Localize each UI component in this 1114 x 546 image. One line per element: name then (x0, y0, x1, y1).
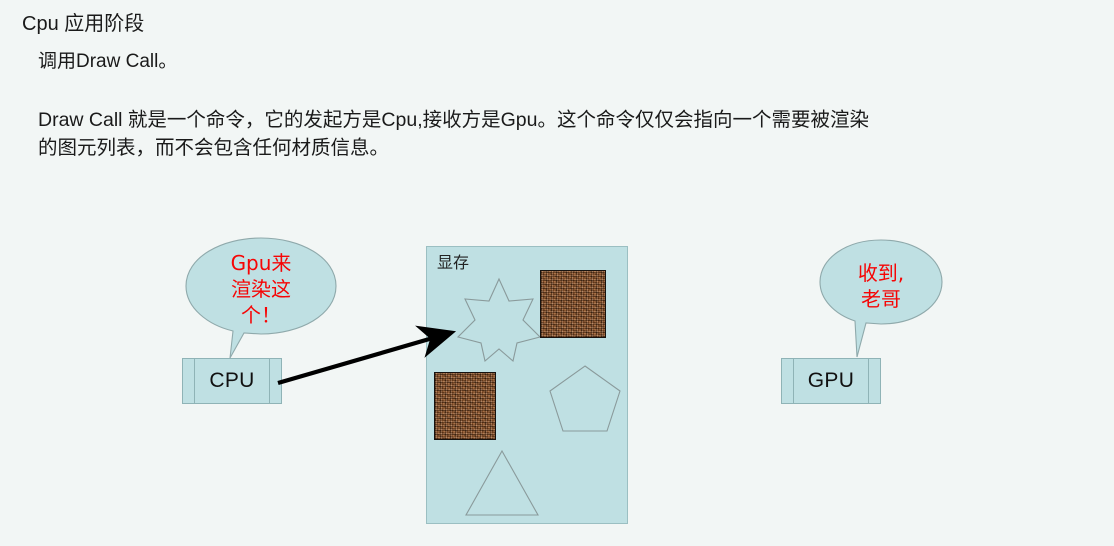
gpu-speech-bubble-text: 收到, 老哥 (818, 260, 944, 312)
cpu-bubble-line-2: 渲染这 (231, 277, 291, 301)
cpu-gpu-draw-call-diagram: 显存 CPU GPU Gpu来 渲染这 个！ 收到, 老哥 (0, 0, 1114, 546)
gpu-bubble-line-2: 老哥 (861, 287, 901, 311)
gpu-bubble-line-1: 收到, (857, 261, 905, 285)
paragraph-draw-call-description: Draw Call 就是一个命令，它的发起方是Cpu,接收方是Gpu。这个命令仅… (38, 106, 1098, 162)
cpu-bubble-line-1: Gpu来 (230, 251, 292, 275)
video-memory-label: 显存 (437, 253, 470, 272)
gpu-speech-bubble: 收到, 老哥 (818, 238, 944, 360)
pentagon-icon (549, 365, 621, 432)
page-title: Cpu 应用阶段 (22, 13, 145, 35)
gpu-box[interactable]: GPU (781, 358, 881, 404)
texture-square-top (540, 270, 606, 338)
gpu-box-label: GPU (807, 369, 855, 392)
draw-call-arrow (260, 315, 480, 405)
paragraph-line-1: Draw Call 就是一个命令，它的发起方是Cpu,接收方是Gpu。这个命令仅… (38, 109, 869, 131)
paragraph-draw-call-call: 调用Draw Call。 (38, 51, 178, 72)
paragraph-line-2: 的图元列表，而不会包含任何材质信息。 (38, 137, 390, 159)
triangle-icon (465, 449, 539, 516)
